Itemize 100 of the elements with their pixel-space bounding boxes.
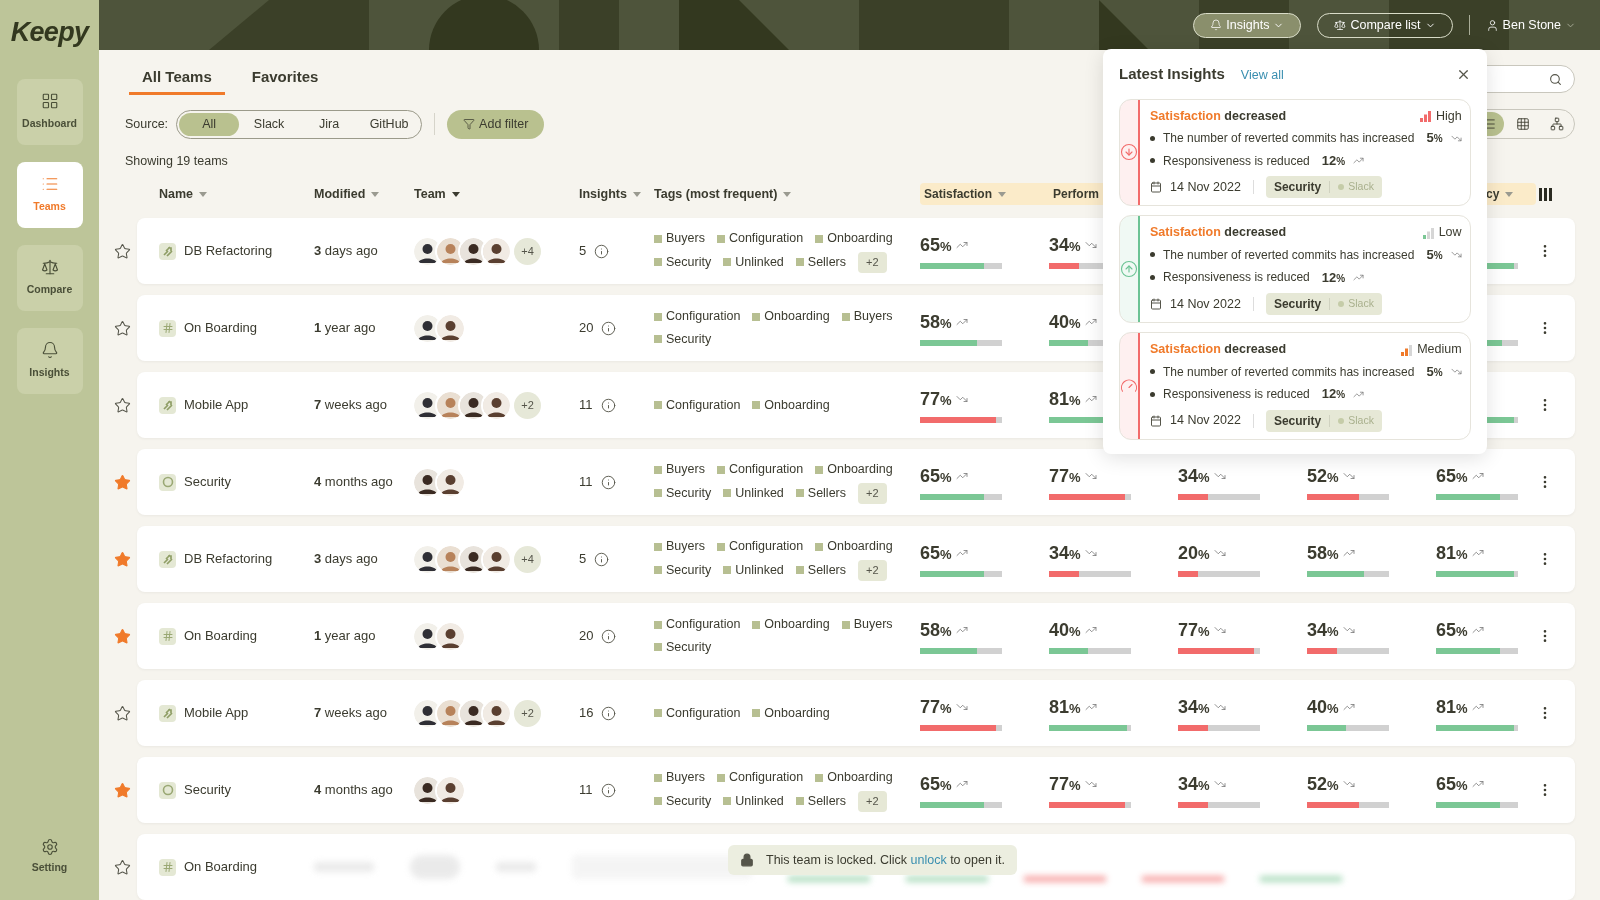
- tag: Onboarding: [815, 460, 893, 480]
- settings-button[interactable]: Setting: [31, 838, 68, 876]
- more-tags[interactable]: +2: [858, 252, 887, 273]
- nav-item[interactable]: Insights: [16, 327, 83, 394]
- metric-value: 52%: [1307, 464, 1339, 488]
- tag: Security: [654, 792, 712, 811]
- tag: Onboarding: [752, 307, 830, 326]
- team-name: DB Refactoring: [184, 550, 273, 569]
- severity-label: High: [1435, 109, 1462, 123]
- column-header[interactable]: Insights: [579, 184, 654, 204]
- insights-count: 5: [579, 550, 587, 569]
- more-members[interactable]: +4: [514, 545, 541, 573]
- more-tags[interactable]: +2: [858, 483, 887, 504]
- source-option[interactable]: Jira: [299, 112, 360, 136]
- team-name: On Boarding: [184, 319, 257, 338]
- team-row[interactable]: Security 4 months ago 11 Buyers Configuration Onboarding Security Unlinked Sellers +2 65% 77% 34% 52% 65%: [137, 757, 1575, 823]
- team-name: Security: [184, 781, 231, 800]
- team-row[interactable]: DB Refactoring 3 days ago +4 5 Buyers Configuration Onboarding Security Unlinked Sellers +2 65% 34% 20% 58% 81%: [137, 526, 1575, 592]
- insight-title: Satisfaction decreased: [1150, 107, 1287, 125]
- insights-count: 11: [579, 473, 593, 492]
- team-name: On Boarding: [184, 627, 257, 646]
- metric-value: 65%: [920, 772, 952, 796]
- modified-time: 3 days ago: [314, 550, 379, 569]
- team-row[interactable]: Mobile App 7 weeks ago +2 16 Configuration Onboarding 77% 81% 34% 40% 81%: [137, 680, 1575, 746]
- metric-value: 40%: [1049, 310, 1081, 334]
- column-header[interactable]: Modified: [314, 184, 414, 204]
- more-members[interactable]: +4: [514, 237, 541, 265]
- insight-card[interactable]: Satisfaction decreased High The number of reverted commits has increased 5% Responsiveness is reduced 12% 14 Nov 2022 Security Slack: [1119, 98, 1471, 207]
- tag: Onboarding: [815, 229, 893, 249]
- tab[interactable]: Favorites: [238, 65, 332, 96]
- source-label: Slack: [1338, 296, 1374, 312]
- column-header[interactable]: Team: [414, 184, 579, 204]
- view-all-link[interactable]: View all: [1240, 66, 1284, 85]
- metric-value: 65%: [920, 464, 952, 488]
- insight-card[interactable]: Satisfaction decreased Low The number of reverted commits has increased 5% Responsiveness is reduced 12% 14 Nov 2022 Security Slack: [1119, 215, 1471, 323]
- modified-time: 1 year ago: [314, 319, 377, 338]
- tag-label: Security: [1273, 296, 1322, 313]
- add-filter-button[interactable]: Add filter: [447, 109, 545, 139]
- source-option[interactable]: GitHub: [359, 112, 420, 136]
- team-name: DB Refactoring: [184, 242, 273, 261]
- more-tags[interactable]: +2: [858, 791, 887, 812]
- metric-value: 65%: [1436, 772, 1468, 796]
- nav-item[interactable]: Compare: [16, 244, 83, 311]
- column-header[interactable]: Satisfaction: [924, 185, 1006, 203]
- more-members[interactable]: +2: [514, 699, 541, 727]
- tag: Configuration: [654, 615, 741, 634]
- source-label: Source:: [125, 115, 169, 133]
- metric-value: 52%: [1307, 772, 1339, 796]
- logo[interactable]: Keepy: [10, 12, 89, 53]
- tag: Buyers: [654, 229, 705, 249]
- metric-value: 77%: [1049, 464, 1081, 488]
- team-row[interactable]: Security 4 months ago 11 Buyers Configuration Onboarding Security Unlinked Sellers +2 65% 77% 34% 52% 65%: [137, 449, 1575, 515]
- source-option[interactable]: All: [179, 112, 240, 136]
- team-row[interactable]: On Boarding 1 year ago 20 Configuration Onboarding Buyers Security 58% 40% 77% 34% 65%: [137, 603, 1575, 669]
- tag: Sellers: [795, 253, 846, 272]
- insights-count: 16: [579, 704, 594, 723]
- tag: Configuration: [716, 537, 804, 557]
- insight-card[interactable]: Satisfaction decreased Medium The number of reverted commits has increased 5% Responsiveness is reduced 12% 14 Nov 2022 Security Slack: [1119, 332, 1471, 440]
- tag: Buyers: [654, 768, 705, 788]
- tag: Onboarding: [752, 703, 830, 723]
- tag: Buyers: [654, 460, 705, 480]
- tag: Buyers: [841, 307, 893, 326]
- user-menu[interactable]: Ben Stone: [1485, 15, 1576, 35]
- metric-value: 65%: [920, 233, 952, 257]
- tag: Onboarding: [815, 537, 893, 557]
- insight-title: Satisfaction decreased: [1150, 224, 1287, 242]
- column-header[interactable]: cy: [1486, 185, 1514, 203]
- column-header[interactable]: Name: [159, 184, 314, 204]
- metric-value: 81%: [1049, 387, 1081, 411]
- team-name: Mobile App: [184, 396, 249, 415]
- metric-value: 34%: [1049, 233, 1081, 257]
- modified-time: 7 weeks ago: [314, 704, 388, 723]
- nav-item[interactable]: Dashboard: [16, 78, 83, 145]
- tag: Buyers: [841, 615, 893, 634]
- insights-count: 5: [579, 242, 587, 261]
- tag: Security: [654, 561, 712, 580]
- metric-value: 58%: [920, 618, 952, 642]
- tag: Unlinked: [723, 253, 784, 272]
- more-tags[interactable]: +2: [858, 560, 887, 581]
- metric-value: 58%: [1307, 541, 1339, 565]
- column-header[interactable]: Tags (most frequent): [654, 184, 920, 204]
- tag: Unlinked: [723, 484, 784, 503]
- source-option[interactable]: Slack: [239, 112, 300, 136]
- insight-date: 14 Nov 2022: [1170, 295, 1241, 313]
- metric-value: 65%: [920, 541, 952, 565]
- team-name: Mobile App: [184, 704, 249, 723]
- source-label: Slack: [1338, 179, 1374, 196]
- tab[interactable]: All Teams: [129, 65, 225, 96]
- metric-value: 34%: [1307, 618, 1339, 642]
- insight-text: The number of reverted commits has increased: [1163, 130, 1415, 147]
- tag: Onboarding: [752, 395, 830, 415]
- tag: Configuration: [716, 460, 804, 480]
- results-count: Showing 19 teams: [125, 153, 228, 171]
- tag: Configuration: [716, 229, 804, 249]
- metric-value: 81%: [1436, 695, 1468, 719]
- tag-label: Security: [1273, 179, 1322, 197]
- more-members[interactable]: +2: [514, 391, 541, 419]
- severity-label: Low: [1438, 226, 1462, 239]
- insight-value: 12%: [1321, 151, 1346, 170]
- insight-value: 5%: [1426, 246, 1443, 264]
